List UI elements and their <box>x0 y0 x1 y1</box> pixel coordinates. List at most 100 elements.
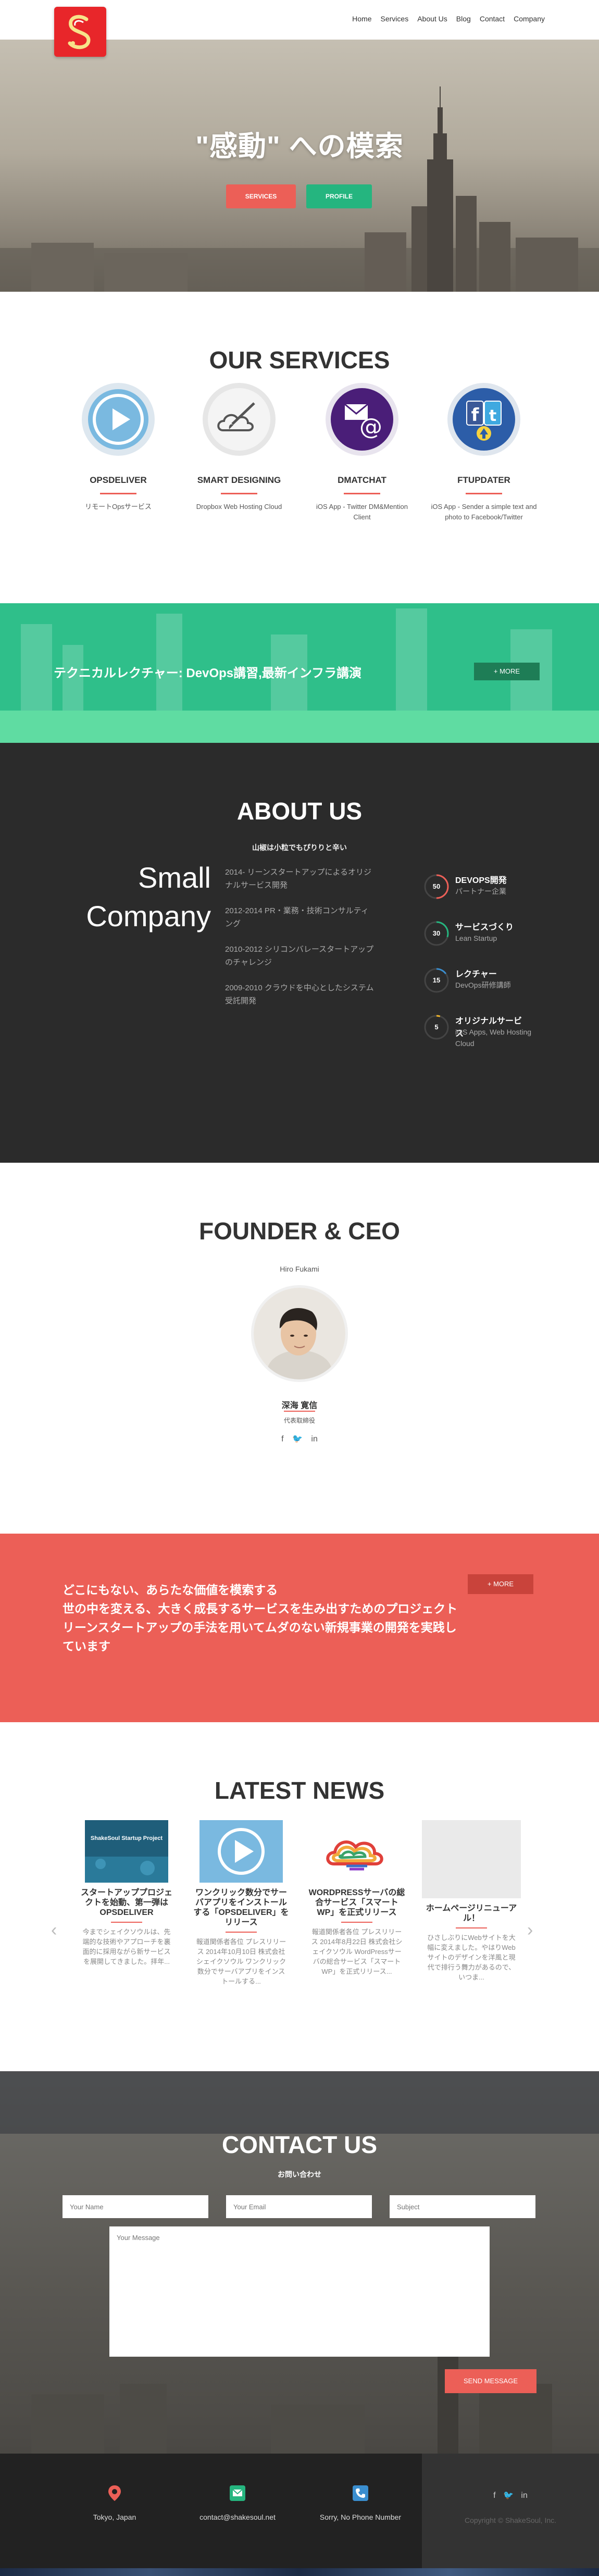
send-message-button[interactable]: SEND MESSAGE <box>445 2369 536 2393</box>
footer-image-strip <box>0 2568 599 2576</box>
tagline-line2: Company <box>86 900 211 932</box>
mail-at-icon: @ <box>325 382 399 456</box>
stat-desc: Lean Startup <box>455 934 497 942</box>
vision-line1: どこにもない、あらたな価値を模索する <box>63 1583 278 1597</box>
news-card-title: WORDPRESSサーバの総合サービス「スマートWP」を正式リリース <box>308 1888 405 1917</box>
twitter-icon[interactable]: 🐦 <box>292 1435 303 1443</box>
services-section: OUR SERVICES OPSDELIVER リモートOpsサービス SMAR… <box>0 292 599 603</box>
news-card-body: 報道関係者各位 プレスリリース 2014年10月10日 株式会社シェイクソウル … <box>196 1938 286 1985</box>
menu-home[interactable]: Home <box>352 15 371 23</box>
linkedin-icon[interactable]: in <box>311 1435 317 1443</box>
stat-title: サービスづくり <box>455 923 514 932</box>
menu-services[interactable]: Services <box>381 15 409 23</box>
stat-value: 50 <box>432 882 441 890</box>
news-card-body: ひさしぶりにWebサイトを大幅に変えました。やはりWebサイトのデザインを洋風と… <box>427 1934 516 1981</box>
divider <box>226 1932 257 1933</box>
stat-desc: パートナー企業 <box>455 887 506 895</box>
footer-location: Tokyo, Japan <box>63 2484 167 2521</box>
stat-title: レクチャー <box>455 970 497 979</box>
service-name: FTUPDATER <box>457 475 510 485</box>
news-card[interactable]: WORDPRESSサーバの総合サービス「スマートWP」を正式リリース 報道関係者… <box>307 1820 406 1976</box>
divider <box>466 493 502 494</box>
about-subtitle: 山椒は小粒でもぴりりと辛い <box>252 843 347 852</box>
banner-more-button[interactable]: + MORE <box>474 663 540 680</box>
linkedin-icon[interactable]: in <box>521 2491 527 2500</box>
footer-socials: f 🐦 in <box>422 2490 599 2500</box>
email-text[interactable]: contact@shakesoul.net <box>185 2513 290 2521</box>
divider <box>344 493 380 494</box>
service-item-dmatchat[interactable]: @ DMATCHAT iOS App - Twitter DM&Mention … <box>307 382 417 522</box>
news-card-body: 報道関係者各位 プレスリリース 2014年8月22日 株式会社シェイクソウル W… <box>311 1928 403 1975</box>
stat-value: 15 <box>432 976 441 984</box>
service-item-ftupdater[interactable]: f t FTUPDATER iOS App - Sender a simple … <box>429 382 539 522</box>
timeline-item: 2010-2012 シリコンバレースタートアップのチャレンジ <box>225 945 374 967</box>
play-icon <box>81 382 155 456</box>
service-name: OPSDELIVER <box>90 475 147 485</box>
top-navbar: Home Services About Us Blog Contact Comp… <box>0 0 599 57</box>
about-tagline: Small Company <box>63 858 211 936</box>
divider <box>221 493 257 494</box>
news-card-title: スタートアッププロジェクトを始動、第一弾はOPSDELIVER <box>80 1888 172 1917</box>
founder-socials: f 🐦 in <box>0 1434 599 1444</box>
services-button[interactable]: SERVICES <box>226 184 296 208</box>
site-logo[interactable] <box>54 7 106 57</box>
contact-section: CONTACT US お問い合わせ SEND MESSAGE <box>0 2071 599 2454</box>
copyright: Copyright © ShakeSoul, Inc. <box>464 2516 557 2524</box>
name-field[interactable] <box>63 2195 208 2218</box>
banner-text: テクニカルレクチャー: DevOps講習,最新インフラ講演 <box>54 666 362 680</box>
news-card[interactable]: ワンクリック数分でサーバアプリをインストールする「OPSDELIVER」をリリー… <box>192 1820 291 1986</box>
about-title: ABOUT US <box>236 798 363 825</box>
service-item-smart-designing[interactable]: SMART DESIGNING Dropbox Web Hosting Clou… <box>184 382 294 512</box>
svg-text:t: t <box>489 407 496 425</box>
chevron-left-icon[interactable]: ‹ <box>51 1920 57 1940</box>
menu-blog[interactable]: Blog <box>456 15 471 23</box>
email-field[interactable] <box>226 2195 372 2218</box>
facebook-icon[interactable]: f <box>493 2491 495 2500</box>
map-pin-icon <box>105 2484 124 2503</box>
message-field[interactable] <box>109 2226 490 2357</box>
founder-section: FOUNDER & CEO Hiro Fukami 深海 寛信 代表取締役 f … <box>0 1163 599 1534</box>
timeline-item: 2009-2010 クラウドを中心としたシステム受託開発 <box>225 984 374 1005</box>
service-desc: Dropbox Web Hosting Cloud <box>196 503 282 511</box>
news-card[interactable]: ShakeSoul Startup Project スタートアッププロジェクトを… <box>77 1820 176 1967</box>
founder-title: FOUNDER & CEO <box>199 1217 400 1245</box>
news-card[interactable]: ホームページリニューアル！ ひさしぶりにWebサイトを大幅に変えました。やはりW… <box>422 1820 521 1982</box>
founder-name-jp: 深海 寛信 <box>281 1401 318 1410</box>
service-desc: リモートOpsサービス <box>85 503 152 511</box>
vision-banner: どこにもない、あらたな価値を模索する 世の中を変える、大きく成長するサービスを生… <box>0 1534 599 1722</box>
news-card-body: 今までシェイクソウルは、先端的な技術やアプローチを裏面的に採用ながら新サービスを… <box>82 1928 171 1965</box>
stat-value: 5 <box>434 1023 439 1031</box>
twitter-icon[interactable]: 🐦 <box>503 2491 514 2500</box>
divider <box>456 1927 487 1928</box>
founder-role: 代表取締役 <box>283 1417 315 1424</box>
footer-phone: Sorry, No Phone Number <box>308 2484 413 2521</box>
footer-social-panel <box>422 2454 599 2568</box>
divider <box>100 493 136 494</box>
footer: Tokyo, Japan contact@shakesoul.net Sorry… <box>0 2454 599 2576</box>
facebook-icon[interactable]: f <box>281 1435 283 1443</box>
rainbow-cloud-icon <box>315 1820 398 1883</box>
chevron-right-icon[interactable]: › <box>527 1920 533 1940</box>
profile-button[interactable]: PROFILE <box>306 184 372 208</box>
subject-field[interactable] <box>390 2195 535 2218</box>
stat-desc: iOS Apps, Web Hosting Cloud <box>455 1028 532 1048</box>
thumbnail-label: ShakeSoul Startup Project <box>91 1835 163 1841</box>
menu-company[interactable]: Company <box>514 15 545 23</box>
contact-subtitle: お問い合わせ <box>278 2170 321 2179</box>
stat-value: 30 <box>432 929 441 937</box>
lecture-banner: テクニカルレクチャー: DevOps講習,最新インフラ講演 + MORE <box>0 603 599 743</box>
service-item-opsdeliver[interactable]: OPSDELIVER リモートOpsサービス <box>64 382 173 512</box>
stat-desc: DevOps研修講師 <box>455 981 511 989</box>
banner-stripe <box>0 711 599 743</box>
timeline-item: 2012-2014 PR・業務・技術コンサルティング <box>225 906 369 928</box>
news-thumbnail-placeholder <box>422 1820 521 1898</box>
menu-about-us[interactable]: About Us <box>417 15 447 23</box>
vision-text: どこにもない、あらたな価値を模索する 世の中を変える、大きく成長するサービスを生… <box>63 1581 464 1656</box>
service-desc: iOS App - Sender a simple text and photo… <box>431 503 537 521</box>
divider <box>111 1922 142 1923</box>
play-icon <box>199 1820 283 1883</box>
vision-more-button[interactable]: + MORE <box>468 1574 533 1594</box>
menu-contact[interactable]: Contact <box>480 15 505 23</box>
about-section: ABOUT US 山椒は小粒でもぴりりと辛い Small Company 201… <box>0 743 599 1163</box>
phone-text: Sorry, No Phone Number <box>319 2513 402 2521</box>
